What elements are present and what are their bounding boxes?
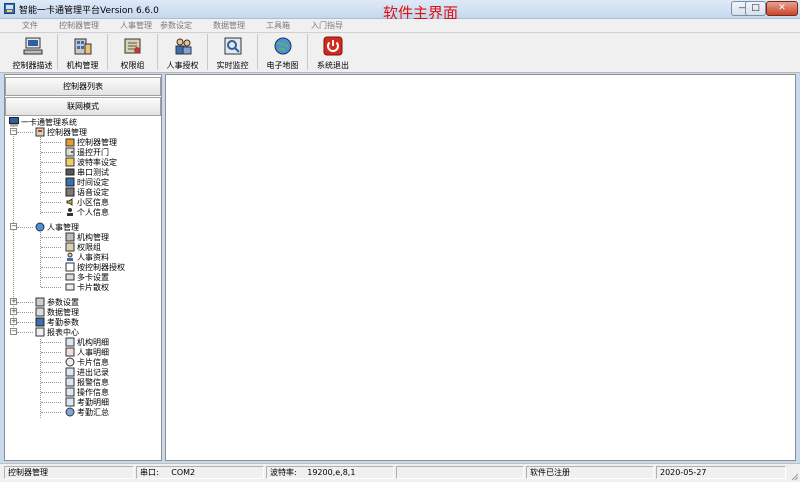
report-icon <box>65 337 75 347</box>
permission-icon <box>124 38 140 54</box>
controller-icon <box>35 127 45 137</box>
title-bar: 智能一卡通管理平台Version 6.6.0 软件主界面 — □ ✕ <box>0 0 800 22</box>
map-icon <box>274 37 291 55</box>
attendance-icon <box>65 397 75 407</box>
resize-grip-icon[interactable] <box>789 471 799 481</box>
toolbar-personnel-auth-button[interactable]: 人事授权 <box>158 34 208 70</box>
toolbar-map-button[interactable]: 电子地图 <box>258 34 308 70</box>
navigation-tree: 一卡通管理系统 − 控制器管理 控制器管理 遥控开门 波特率设定 串口测试 时间… <box>9 117 125 418</box>
menu-params[interactable]: 参数设定 <box>160 20 192 31</box>
status-register: 软件已注册 <box>526 466 654 479</box>
status-baud-value: 19200,e,8,1 <box>307 468 356 477</box>
expand-toggle[interactable]: − <box>10 328 17 335</box>
maximize-icon: □ <box>751 3 760 13</box>
record-icon <box>65 367 75 377</box>
person-icon <box>67 208 73 216</box>
menu-data[interactable]: 数据管理 <box>213 20 245 31</box>
people-icon <box>175 38 191 55</box>
status-serial-label: 串口: <box>140 468 159 477</box>
app-icon <box>4 3 15 14</box>
toolbar-label: 控制器描述 <box>12 61 53 70</box>
status-serial-value: COM2 <box>171 468 196 477</box>
report-icon <box>35 327 45 337</box>
toolbar-label: 实时监控 <box>216 61 249 70</box>
online-mode-button[interactable]: 联网模式 <box>5 97 161 116</box>
baud-icon <box>65 157 75 167</box>
card-icon <box>65 283 75 291</box>
status-baud-label: 波特率: <box>270 468 297 477</box>
toolbar-monitor-button[interactable]: 实时监控 <box>208 34 258 70</box>
toolbar-label: 人事授权 <box>166 61 199 70</box>
building-icon <box>74 38 91 55</box>
alarm-icon <box>65 377 75 387</box>
summary-icon <box>65 407 75 417</box>
status-mode: 控制器管理 <box>4 466 134 479</box>
attendance-icon <box>35 317 45 327</box>
menu-controller[interactable]: 控制器管理 <box>59 20 99 31</box>
settings-icon <box>35 297 45 307</box>
toolbar-exit-button[interactable]: 系统退出 <box>308 34 358 70</box>
power-icon <box>323 36 343 56</box>
main-content-area <box>165 74 796 461</box>
report-icon <box>65 347 75 357</box>
people-icon <box>67 252 73 261</box>
monitor-icon <box>224 37 241 55</box>
status-bar: 控制器管理 串口: COM2 波特率: 19200,e,8,1 软件已注册 20… <box>0 463 800 482</box>
close-button[interactable]: ✕ <box>766 1 798 16</box>
multi-card-icon <box>65 273 75 281</box>
menu-personnel[interactable]: 人事管理 <box>120 20 152 31</box>
toolbar-label: 电子地图 <box>266 61 299 70</box>
remote-door-icon <box>65 147 75 157</box>
menu-tools[interactable]: 工具箱 <box>266 20 290 31</box>
expand-toggle[interactable]: − <box>10 223 17 230</box>
operation-icon <box>65 387 75 397</box>
toolbar-permission-button[interactable]: 权限组 <box>108 34 158 70</box>
globe-icon <box>35 222 45 232</box>
clock-icon <box>65 177 75 187</box>
left-pane: 控制器列表 联网模式 一卡通管理系统 − 控制器管理 控制器管理 遥控开门 波特… <box>4 74 162 461</box>
speaker-icon <box>66 198 73 206</box>
card-icon <box>65 357 75 367</box>
maximize-button[interactable]: □ <box>745 1 766 16</box>
menu-bar: 文件 控制器管理 人事管理 参数设定 数据管理 工具箱 入门指导 <box>0 19 800 33</box>
status-serial: 串口: COM2 <box>136 466 264 479</box>
toolbar-label: 机构管理 <box>66 61 99 70</box>
computer-icon <box>23 37 42 55</box>
building-icon <box>65 232 75 242</box>
toolbar-label: 系统退出 <box>317 61 349 70</box>
system-icon <box>9 117 19 127</box>
status-empty <box>396 466 524 479</box>
controller-auth-icon <box>65 262 75 272</box>
menu-guide[interactable]: 入门指导 <box>311 20 343 31</box>
controller-list-button[interactable]: 控制器列表 <box>5 77 161 96</box>
close-icon: ✕ <box>778 3 786 13</box>
window-title: 智能一卡通管理平台Version 6.6.0 <box>19 6 159 16</box>
voice-icon <box>65 187 75 197</box>
menu-file[interactable]: 文件 <box>22 20 38 31</box>
status-baud: 波特率: 19200,e,8,1 <box>266 466 394 479</box>
status-date: 2020-05-27 <box>656 466 786 479</box>
permission-icon <box>65 242 75 252</box>
expand-toggle[interactable]: + <box>10 318 17 325</box>
expand-toggle[interactable]: + <box>10 298 17 305</box>
toolbar-controller-desc-button[interactable]: 控制器描述 <box>8 34 58 70</box>
toolbar-label: 权限组 <box>120 61 145 70</box>
expand-toggle[interactable]: + <box>10 308 17 315</box>
expand-toggle[interactable]: − <box>10 128 17 135</box>
serial-port-icon <box>65 168 75 176</box>
toolbar: 控制器描述 机构管理 权限组 人事授权 实时监控 电子地图 系统退出 <box>0 33 800 73</box>
database-icon <box>35 307 45 317</box>
controller-icon <box>65 138 75 147</box>
toolbar-org-button[interactable]: 机构管理 <box>58 34 108 70</box>
